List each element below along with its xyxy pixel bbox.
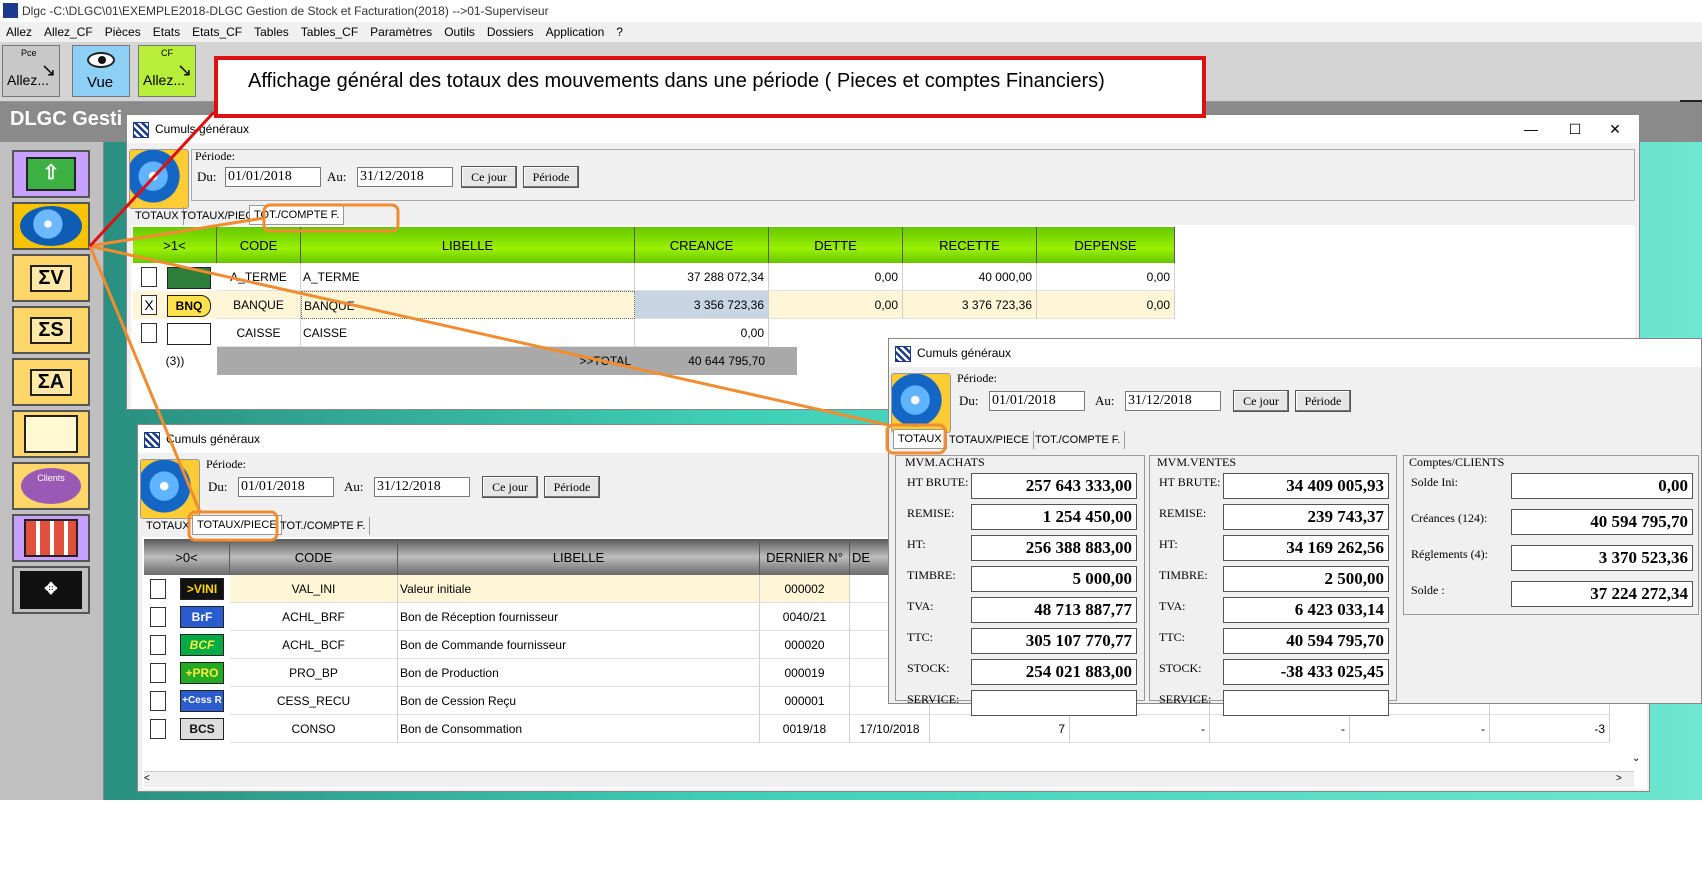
callout-box: Affichage général des totaux des mouveme…	[214, 56, 1206, 118]
callout-pointer	[88, 110, 216, 248]
connector-line	[89, 216, 265, 248]
highlight-tab-compte	[262, 203, 400, 233]
annotation-overlay	[88, 110, 947, 542]
connector-line	[88, 245, 202, 513]
connector-line	[89, 244, 889, 427]
highlight-tab-piece	[187, 510, 279, 542]
callout-text: Affichage général des totaux des mouveme…	[248, 70, 1105, 92]
highlight-tab-totaux	[885, 423, 947, 455]
